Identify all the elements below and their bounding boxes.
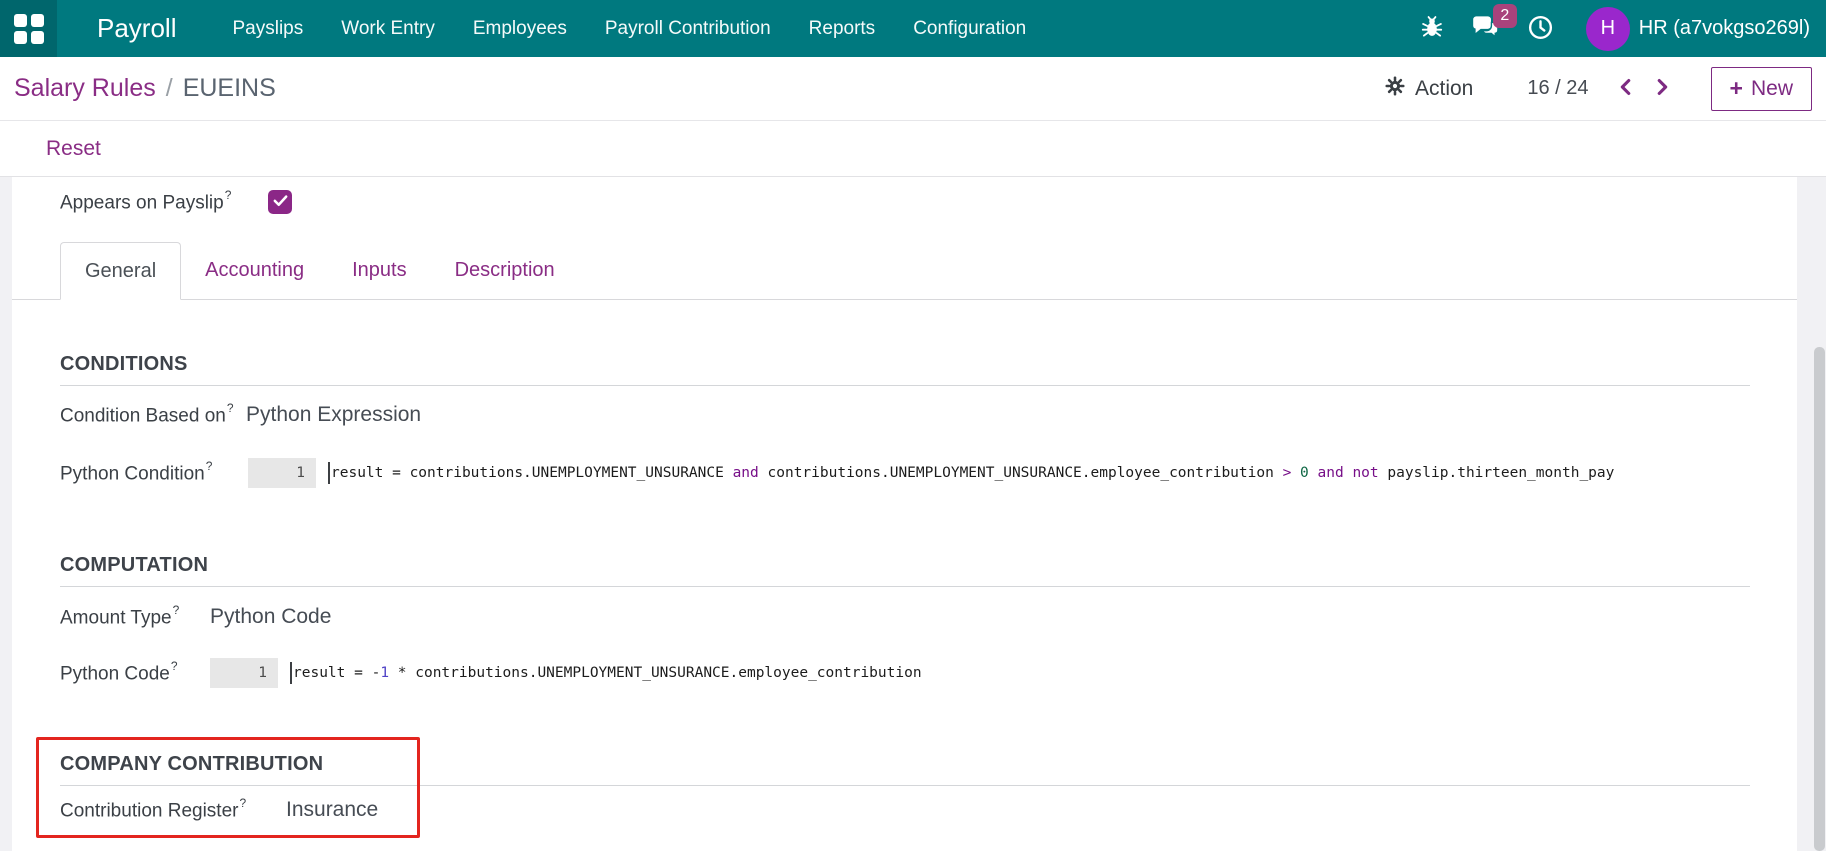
nav-item-employees[interactable]: Employees [473, 18, 567, 40]
user-menu-button[interactable]: H HR (a7vokgso269l) [1580, 6, 1816, 52]
payroll-app-window: Payroll Payslips Work Entry Employees Pa… [0, 0, 1826, 851]
tab-general[interactable]: General [60, 242, 182, 300]
activities-button[interactable] [1527, 14, 1554, 44]
section-title-conditions: CONDITIONS [60, 353, 188, 375]
new-button-label: New [1750, 76, 1793, 100]
condition-based-on-value[interactable]: Python Expression [246, 403, 421, 427]
messages-badge: 2 [1492, 4, 1517, 28]
help-question-mark: ? [170, 658, 178, 673]
python-condition-editor[interactable]: 1 result = contributions.UNEMPLOYMENT_UN… [248, 457, 1614, 489]
control-panel: Salary Rules / EUEINS Action 16 / 24 + N… [0, 57, 1826, 121]
bug-icon [1419, 14, 1445, 43]
python-condition-code: result = contributions.UNEMPLOYMENT_UNSU… [331, 465, 1615, 481]
nav-item-payslips[interactable]: Payslips [232, 18, 303, 40]
field-row-python-condition: Python Condition? 1 result = contributio… [60, 457, 1614, 489]
plus-icon: + [1729, 75, 1743, 101]
field-label-contribution-register: Contribution Register? [60, 795, 247, 822]
app-brand[interactable]: Payroll [97, 13, 176, 44]
form-status-bar: Reset [0, 121, 1826, 177]
field-label-condition-based-on: Condition Based on? [60, 400, 234, 427]
section-title-computation: COMPUTATION [60, 554, 209, 576]
nav-item-work-entry[interactable]: Work Entry [341, 18, 435, 40]
field-label-amount-type: Amount Type? [60, 602, 180, 629]
clock-icon [1527, 14, 1554, 44]
vertical-scrollbar-thumb[interactable] [1814, 347, 1825, 851]
appears-on-payslip-checkbox[interactable] [268, 190, 292, 214]
control-panel-right: Action 16 / 24 + New [1378, 66, 1812, 111]
form-view: Appears on Payslip? General Accounting I… [0, 177, 1826, 851]
text-cursor [290, 662, 292, 684]
user-name: HR (a7vokgso269l) [1638, 17, 1810, 39]
notebook-tabs: General Accounting Inputs Description [12, 242, 1797, 300]
help-question-mark: ? [205, 458, 213, 473]
python-code-editor[interactable]: 1 result = -1 * contributions.UNEMPLOYME… [210, 657, 922, 689]
field-row-amount-type: Amount Type? Python Code [60, 602, 331, 632]
amount-type-value[interactable]: Python Code [210, 605, 331, 629]
nav-item-payroll-contribution[interactable]: Payroll Contribution [605, 18, 771, 40]
checkmark-icon [272, 193, 289, 211]
pager-counter[interactable]: 16 / 24 [1527, 77, 1588, 100]
chevron-right-icon [1651, 76, 1673, 101]
new-button[interactable]: + New [1710, 66, 1812, 111]
action-menu-button[interactable]: Action [1378, 74, 1479, 104]
chevron-left-icon [1615, 76, 1637, 101]
field-row-appears-on-payslip: Appears on Payslip? [60, 187, 292, 217]
contribution-register-value[interactable]: Insurance [286, 798, 378, 822]
breadcrumb-separator: / [165, 74, 173, 102]
nav-menu: Payslips Work Entry Employees Payroll Co… [232, 18, 1026, 40]
gear-icon [1384, 75, 1406, 103]
help-question-mark: ? [239, 795, 247, 810]
apps-grid-icon [13, 13, 44, 44]
help-question-mark: ? [172, 602, 180, 617]
breadcrumb-current: EUEINS [182, 74, 276, 102]
pager-previous-button[interactable] [1611, 72, 1641, 105]
action-label: Action [1415, 76, 1474, 100]
field-row-python-code: Python Code? 1 result = -1 * contributio… [60, 657, 922, 689]
apps-menu-button[interactable] [0, 0, 57, 57]
reset-button[interactable]: Reset [40, 136, 107, 162]
field-row-condition-based-on: Condition Based on? Python Expression [60, 400, 421, 430]
messages-button[interactable]: 2 [1471, 4, 1517, 44]
field-label-python-condition: Python Condition? [60, 458, 213, 485]
tab-inputs[interactable]: Inputs [328, 242, 430, 299]
code-line-number: 1 [248, 458, 316, 488]
tab-description[interactable]: Description [431, 242, 579, 299]
python-code-code: result = -1 * contributions.UNEMPLOYMENT… [293, 665, 922, 681]
help-question-mark: ? [224, 187, 232, 202]
help-question-mark: ? [226, 400, 234, 415]
section-title-company-contribution: COMPANY CONTRIBUTION [60, 753, 324, 775]
avatar: H [1585, 6, 1630, 51]
pager-next-button[interactable] [1647, 72, 1677, 105]
breadcrumb-salary-rules[interactable]: Salary Rules [14, 74, 156, 103]
top-navbar: Payroll Payslips Work Entry Employees Pa… [0, 0, 1826, 57]
tab-accounting[interactable]: Accounting [181, 242, 328, 299]
section-conditions: CONDITIONS [60, 353, 1750, 386]
code-line-number: 1 [210, 658, 278, 688]
debug-bug-button[interactable] [1419, 14, 1445, 43]
field-label-python-code: Python Code? [60, 658, 178, 685]
nav-item-configuration[interactable]: Configuration [913, 18, 1026, 40]
nav-item-reports[interactable]: Reports [809, 18, 876, 40]
section-company-contribution: COMPANY CONTRIBUTION [60, 753, 1750, 786]
field-label-appears-on-payslip: Appears on Payslip? [60, 187, 232, 214]
field-row-contribution-register: Contribution Register? Insurance [60, 795, 378, 825]
breadcrumb: Salary Rules / EUEINS [14, 74, 276, 103]
text-cursor [328, 462, 330, 484]
section-computation: COMPUTATION [60, 554, 1750, 587]
systray: 2 H HR (a7vokgso269l) [1419, 4, 1826, 52]
